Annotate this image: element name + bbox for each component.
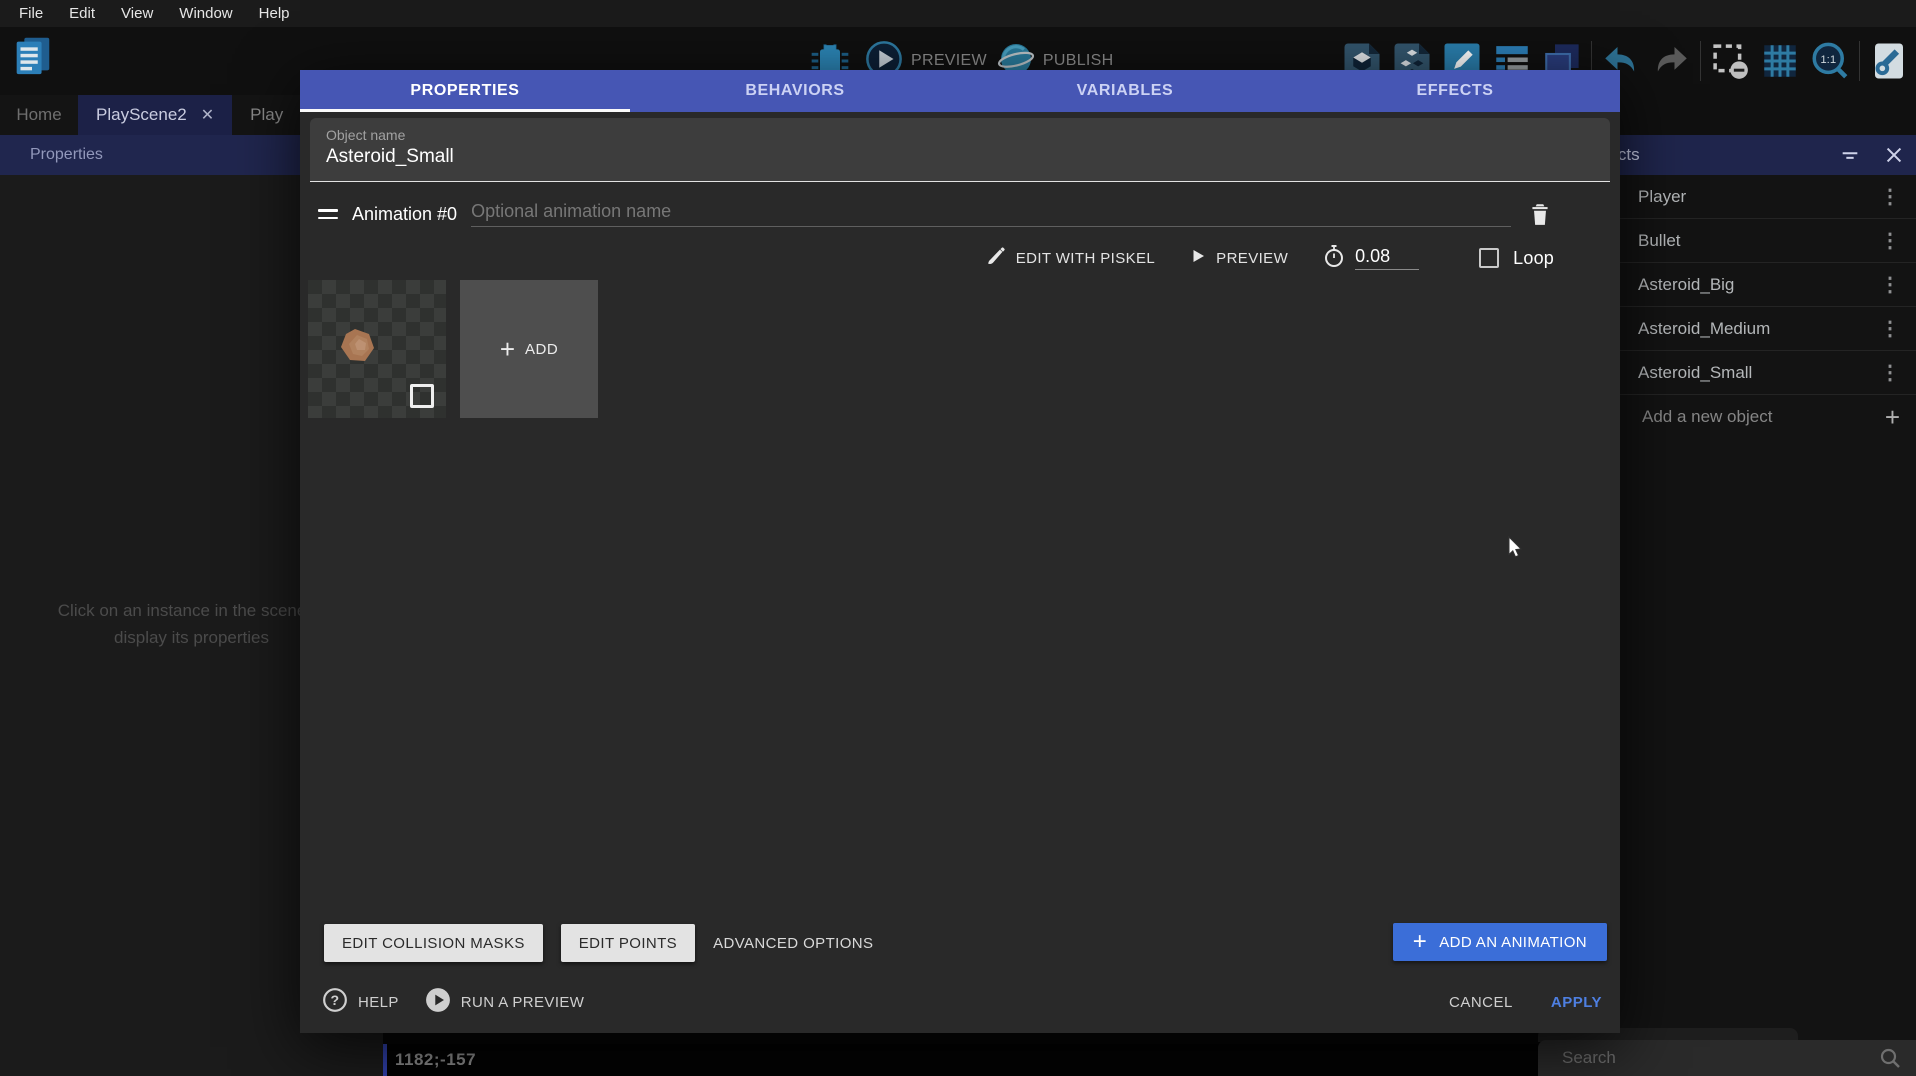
help-icon: ? — [322, 987, 348, 1017]
tab-playscene2-label: PlayScene2 — [96, 105, 187, 125]
preview-label: PREVIEW — [911, 52, 987, 70]
add-an-animation-button[interactable]: + ADD AN ANIMATION — [1393, 923, 1607, 961]
menu-bar: File Edit View Window Help — [0, 0, 1916, 27]
search-input[interactable] — [1538, 1048, 1878, 1068]
menu-help[interactable]: Help — [246, 0, 303, 27]
close-panel-icon[interactable] — [1872, 144, 1916, 166]
publish-label: PUBLISH — [1043, 52, 1114, 70]
search-bar — [1538, 1040, 1916, 1076]
time-between-frames-field — [1322, 243, 1419, 273]
tab-effects[interactable]: EFFECTS — [1290, 70, 1620, 112]
object-menu-kebab-icon[interactable]: ⋮ — [1880, 316, 1916, 341]
tab-home[interactable]: Home — [0, 95, 78, 135]
cursor-coordinates-bar: 1182;-157 — [383, 1044, 1538, 1076]
mouse-cursor — [1508, 536, 1526, 563]
object-menu-kebab-icon[interactable]: ⋮ — [1880, 228, 1916, 253]
tab-variables[interactable]: VARIABLES — [960, 70, 1290, 112]
object-name-field: Object name — [310, 118, 1610, 182]
cancel-button[interactable]: CANCEL — [1449, 994, 1513, 1011]
edit-collision-masks-button[interactable]: EDIT COLLISION MASKS — [324, 924, 543, 962]
tab-properties[interactable]: PROPERTIES — [300, 70, 630, 112]
object-menu-kebab-icon[interactable]: ⋮ — [1880, 272, 1916, 297]
add-frame-button[interactable]: + ADD — [460, 280, 598, 418]
add-an-animation-label: ADD AN ANIMATION — [1439, 934, 1587, 951]
preview-animation-button[interactable]: PREVIEW — [1189, 247, 1288, 269]
zoom-1-1-icon[interactable]: 1:1 — [1805, 37, 1855, 85]
cursor-coordinates: 1182;-157 — [387, 1050, 476, 1070]
search-icon — [1878, 1046, 1916, 1070]
tab-close-icon[interactable]: ✕ — [201, 105, 214, 125]
gdevelop-app: File Edit View Window Help PREVIEW — [0, 0, 1916, 1076]
animation-name-input[interactable] — [471, 201, 1511, 227]
advanced-options-button[interactable]: ADVANCED OPTIONS — [713, 935, 873, 952]
object-editor-dialog: PROPERTIES BEHAVIORS VARIABLES EFFECTS O… — [300, 70, 1620, 1033]
time-between-frames-input[interactable] — [1355, 246, 1419, 270]
object-menu-kebab-icon[interactable]: ⋮ — [1880, 184, 1916, 209]
animation-title: Animation #0 — [352, 204, 457, 225]
plus-icon: + — [1413, 930, 1427, 954]
delete-animation-button[interactable] — [1527, 200, 1553, 228]
plus-icon: + — [500, 336, 515, 362]
help-label: HELP — [358, 994, 399, 1011]
object-menu-kebab-icon[interactable]: ⋮ — [1880, 360, 1916, 385]
play-icon — [1189, 247, 1207, 269]
edit-points-button[interactable]: EDIT POINTS — [561, 924, 695, 962]
add-frame-label: ADD — [525, 341, 558, 358]
svg-text:?: ? — [330, 992, 339, 1008]
menu-window[interactable]: Window — [166, 0, 245, 27]
deselect-icon[interactable] — [1705, 37, 1755, 85]
dialog-tab-bar: PROPERTIES BEHAVIORS VARIABLES EFFECTS — [300, 70, 1620, 112]
help-button[interactable]: ? HELP — [322, 987, 399, 1017]
toolbar-divider — [1859, 41, 1860, 81]
loop-checkbox[interactable] — [1479, 248, 1499, 268]
dialog-actions-row: EDIT COLLISION MASKS EDIT POINTS ADVANCE… — [300, 923, 1620, 963]
apply-button[interactable]: APPLY — [1551, 994, 1602, 1011]
edit-with-piskel-label: EDIT WITH PISKEL — [1016, 250, 1155, 267]
run-a-preview-button[interactable]: RUN A PREVIEW — [425, 987, 585, 1017]
object-name-field-label: Object name — [310, 118, 1610, 143]
svg-text:1:1: 1:1 — [1820, 54, 1836, 66]
scene-tools-wrench-icon[interactable] — [1864, 37, 1914, 85]
run-a-preview-label: RUN A PREVIEW — [461, 994, 585, 1011]
frame-select-checkbox[interactable] — [410, 384, 434, 408]
tab-playscene2[interactable]: PlayScene2 ✕ — [78, 95, 232, 135]
grid-icon[interactable] — [1755, 37, 1805, 85]
edit-with-piskel-button[interactable]: EDIT WITH PISKEL — [985, 245, 1155, 271]
tab-behaviors[interactable]: BEHAVIORS — [630, 70, 960, 112]
menu-edit[interactable]: Edit — [56, 0, 108, 27]
loop-label: Loop — [1513, 248, 1554, 269]
brush-icon — [985, 245, 1007, 271]
toolbar-divider — [1700, 41, 1701, 81]
loop-toggle: Loop — [1479, 248, 1554, 269]
dialog-footer-row: ? HELP RUN A PREVIEW CANCEL APPLY — [300, 982, 1620, 1022]
tab-play-next[interactable]: Play — [232, 95, 301, 135]
redo-icon[interactable] — [1646, 37, 1696, 85]
menu-view[interactable]: View — [108, 0, 166, 27]
trash-icon — [1527, 200, 1553, 228]
drag-handle-icon[interactable] — [318, 209, 338, 219]
frame-thumbnail[interactable] — [308, 280, 446, 418]
plus-icon: + — [1885, 402, 1916, 433]
run-preview-icon — [425, 987, 451, 1017]
menu-file[interactable]: File — [6, 0, 56, 27]
animation-frames-row: + ADD — [308, 280, 598, 418]
animation-controls-row: EDIT WITH PISKEL PREVIEW Loop — [300, 238, 1554, 278]
project-manager-icon[interactable] — [8, 32, 56, 78]
filter-icon[interactable] — [1828, 144, 1872, 166]
stopwatch-icon — [1322, 243, 1346, 273]
object-name-input[interactable] — [326, 146, 1586, 168]
preview-animation-label: PREVIEW — [1216, 250, 1288, 267]
animation-header-row: Animation #0 — [300, 192, 1620, 236]
